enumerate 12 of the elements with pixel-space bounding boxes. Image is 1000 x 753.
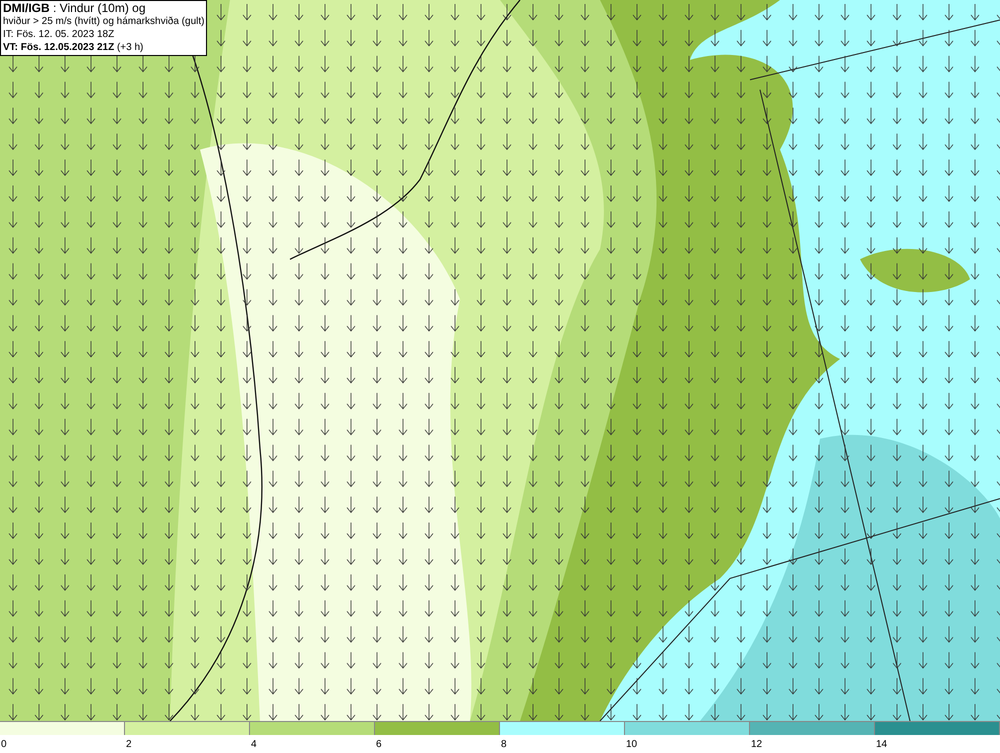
legend-tick-label: 6 xyxy=(375,739,382,750)
header-line: hviður > 25 m/s (hvítt) og hámarkshviða (gult) xyxy=(3,15,204,28)
header-line: IT: Fös. 12. 05. 2023 18Z xyxy=(3,28,116,41)
legend-tick-label: 12 xyxy=(750,739,762,750)
legend-tick-label: 0 xyxy=(0,739,7,750)
legend-tick-label: 14 xyxy=(875,739,888,750)
legend-tick-label: 2 xyxy=(125,739,132,750)
legend-tick-label: 4 xyxy=(250,739,257,750)
legend-tick-label: 8 xyxy=(500,739,507,750)
header-line: VT: Fös. 12.05.2023 21Z (+3 h) xyxy=(3,41,144,54)
legend-tick-label: 10 xyxy=(625,739,638,750)
header-line: DMI/IGB : Vindur (10m) og xyxy=(3,2,146,15)
